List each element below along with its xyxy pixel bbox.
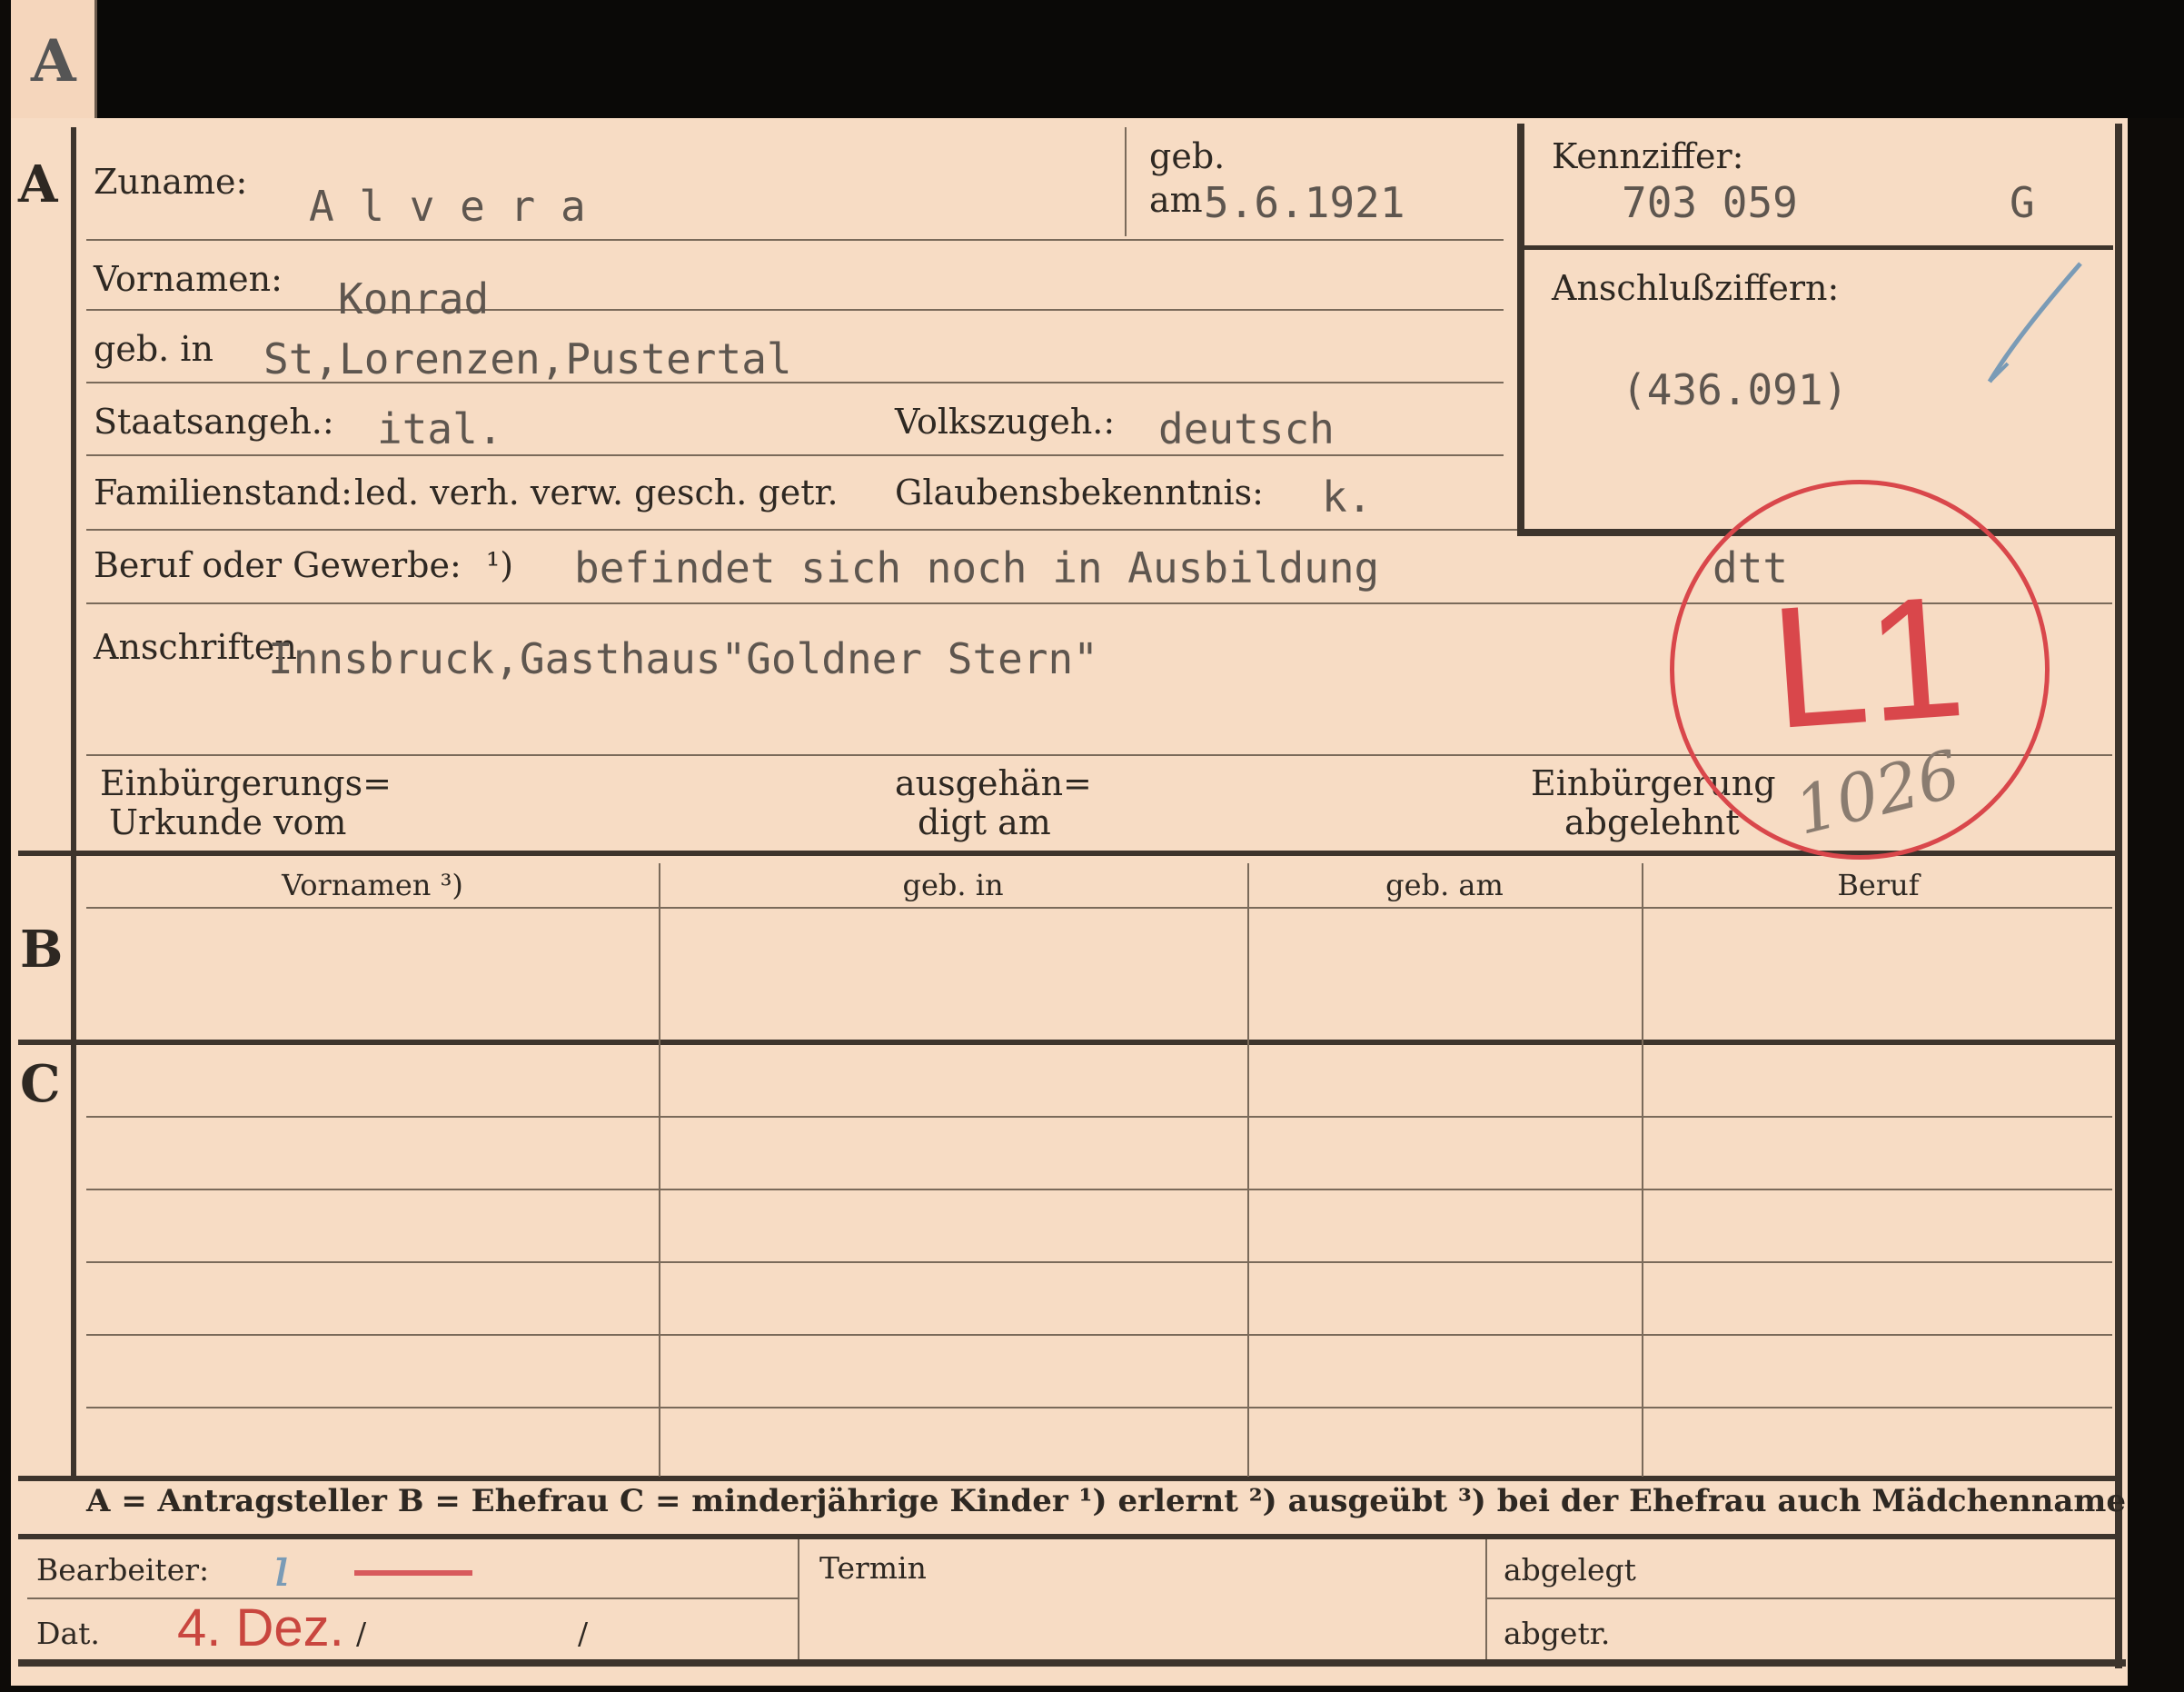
pencil-check-mark — [1987, 262, 2082, 383]
citizenship-value: ital. — [377, 404, 503, 453]
id-value: 703 059 — [1622, 178, 1798, 227]
clerk-label: Bearbeiter: — [36, 1552, 210, 1587]
rejected-label-2: abgelehnt — [1564, 802, 1740, 842]
footer-rule — [1485, 1597, 2115, 1599]
occupation-value: befindet sich noch in Ausbildung — [574, 543, 1380, 592]
row-rule — [86, 454, 1504, 456]
col-header-born-in: geb. in — [902, 868, 1004, 902]
issued-label-1: ausgehän= — [895, 763, 1092, 803]
footer-rule — [27, 1597, 798, 1599]
first-names-label: Vornamen: — [94, 259, 283, 299]
section-a-marker: A — [18, 154, 58, 214]
footer-divider — [1485, 1539, 1487, 1659]
ethnicity-value: deutsch — [1158, 404, 1335, 453]
blue-pencil-mark: ı — [273, 1536, 291, 1599]
born-on-label: am — [1149, 180, 1203, 220]
footer-divider — [798, 1539, 799, 1659]
row-rule — [86, 309, 1504, 311]
surname-label: Zuname: — [94, 162, 248, 202]
religion-value: k. — [1322, 473, 1373, 522]
row-rule — [86, 239, 1504, 241]
table-row-rule — [86, 1189, 2112, 1190]
table-row-rule — [86, 1116, 2112, 1118]
table-row-rule — [86, 1334, 2112, 1336]
dark-background — [94, 0, 2184, 118]
id-box-divider — [1524, 245, 2113, 250]
marital-status-label: Familienstand: — [94, 473, 352, 513]
separated-label: abgetr. — [1504, 1616, 1611, 1651]
born-in-label: geb. in — [94, 329, 213, 369]
marital-status-options: led. verh. verw. gesch. getr. — [354, 473, 839, 513]
column-divider — [1247, 863, 1249, 1477]
legend: A = Antragsteller B = Ehefrau C = minder… — [86, 1483, 2126, 1519]
col-header-first-names: Vornamen ³) — [282, 868, 463, 902]
section-c-bottom-rule — [18, 1476, 2117, 1481]
col-header-born-on: geb. am — [1385, 868, 1504, 902]
legend-bottom-rule — [18, 1534, 2117, 1539]
occupation-footnote: ¹) — [486, 545, 514, 585]
first-names-value: Konrad — [338, 274, 490, 323]
ethnicity-label: Volkszugeh.: — [895, 402, 1116, 442]
citizenship-label: Staatsangeh.: — [94, 402, 334, 442]
surname-value: A l v e r a — [309, 182, 586, 231]
born-in-value: St,Lorenzen,Pustertal — [263, 334, 792, 383]
table-header-rule — [86, 907, 2112, 909]
address-value: Innsbruck,Gasthaus"Goldner Stern" — [268, 634, 1098, 683]
stamp-code: L1 — [1764, 559, 1971, 766]
red-mark — [354, 1570, 472, 1576]
naturalization-cert-label-1: Einbürgerungs= — [100, 763, 392, 803]
issued-label-2: digt am — [918, 802, 1051, 842]
date-label: Dat. — [36, 1616, 100, 1651]
religion-label: Glaubensbekenntnis: — [895, 473, 1264, 513]
left-margin-rule — [71, 127, 76, 1477]
connection-value: (436.091) — [1622, 365, 1849, 414]
occupation-label: Beruf oder Gewerbe: — [94, 545, 462, 585]
section-b-marker: B — [20, 920, 64, 980]
connection-label: Anschlußziffern: — [1552, 268, 1840, 308]
born-label: geb. — [1149, 136, 1226, 176]
birthdate-divider — [1125, 127, 1127, 236]
col-header-occupation: Beruf — [1837, 868, 1920, 902]
date-separator: / — [356, 1616, 367, 1651]
section-a-bottom-rule — [18, 851, 2117, 856]
id-label: Kennziffer: — [1552, 136, 1744, 176]
table-row-rule — [86, 1407, 2112, 1408]
column-divider — [1642, 863, 1643, 1477]
tab-letter: A — [31, 27, 76, 95]
card-bottom-rule — [18, 1659, 2126, 1667]
section-c-marker: C — [20, 1054, 61, 1114]
date-separator: / — [578, 1616, 589, 1651]
column-divider — [659, 863, 660, 1477]
address-label: Anschriften — [94, 627, 297, 667]
index-tab: A — [11, 0, 97, 120]
id-suffix: G — [2010, 178, 2035, 227]
filed-label: abgelegt — [1504, 1552, 1636, 1587]
born-on-value: 5.6.1921 — [1204, 178, 1405, 227]
section-b-bottom-rule — [18, 1040, 2117, 1045]
date-stamp: 4. Dez. — [177, 1598, 344, 1657]
naturalization-cert-label-2: Urkunde vom — [109, 802, 347, 842]
table-row-rule — [86, 1261, 2112, 1263]
deadline-label: Termin — [819, 1550, 927, 1586]
